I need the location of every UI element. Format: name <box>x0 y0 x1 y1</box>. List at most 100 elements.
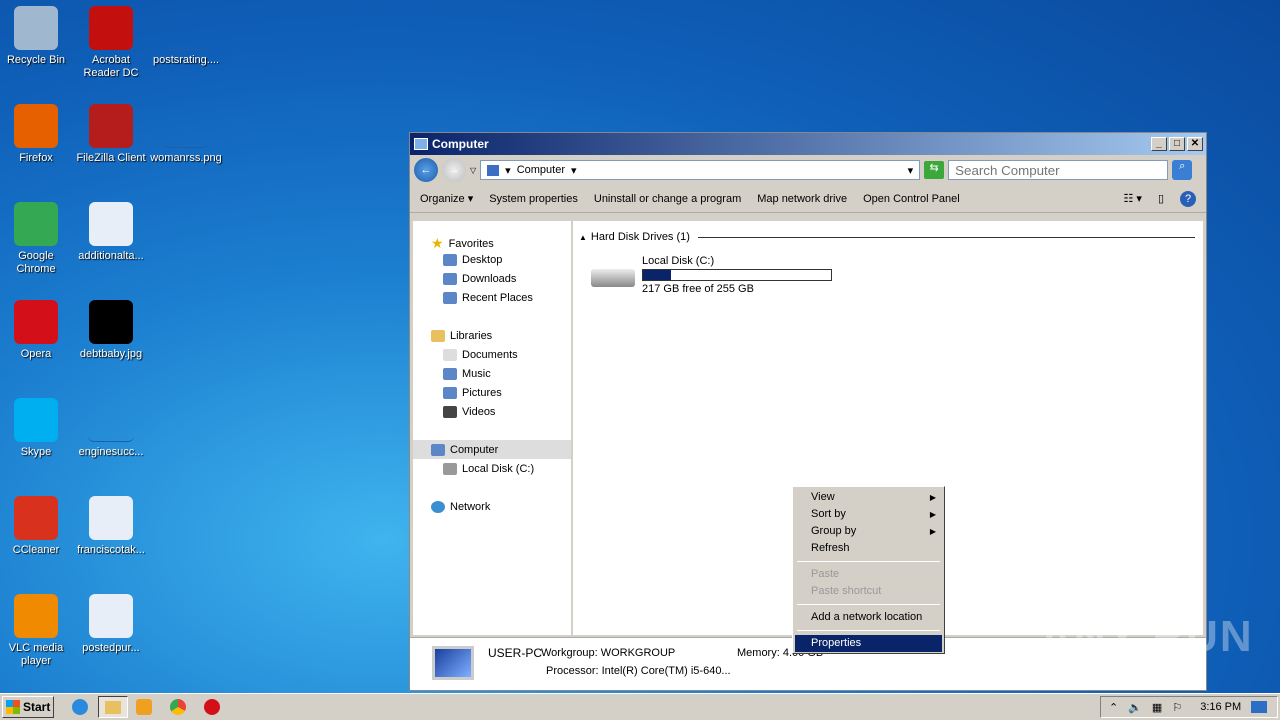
desktop-icon-skype[interactable]: Skype <box>0 398 73 459</box>
local-disk-item[interactable]: Local Disk (C:) 217 GB free of 255 GB <box>589 251 839 301</box>
refresh-button[interactable]: ⇆ <box>924 161 945 179</box>
desktop-icon-enginesucc[interactable]: enginesucc... <box>74 398 148 459</box>
desktop-icon-additionalta[interactable]: additionalta... <box>74 202 148 263</box>
system-properties-button[interactable]: System properties <box>489 193 578 205</box>
back-button[interactable]: ← <box>414 158 438 182</box>
nav-computer[interactable]: Computer <box>413 440 571 459</box>
nav-libraries[interactable]: Libraries <box>431 330 492 342</box>
help-icon[interactable]: ? <box>1180 190 1196 207</box>
volume-icon[interactable]: 🔈 <box>1128 701 1142 714</box>
preview-pane-icon[interactable]: ▯ <box>1158 192 1164 205</box>
app-icon <box>89 202 133 246</box>
computer-icon <box>431 443 445 456</box>
icon-label: franciscotak... <box>77 544 145 556</box>
desktop-icon-google-chrome[interactable]: Google Chrome <box>0 202 73 276</box>
computer-icon <box>487 164 500 176</box>
desktop-icon-acrobat-reader-dc[interactable]: Acrobat Reader DC <box>74 6 148 80</box>
app-icon <box>14 202 58 246</box>
desktop-icon-postedpur[interactable]: postedpur... <box>74 594 148 655</box>
app-icon <box>14 104 58 148</box>
nav-local-disk[interactable]: Local Disk (C:) <box>443 463 534 475</box>
desktop-icon-debtbaby-jpg[interactable]: debtbaby.jpg <box>74 300 148 361</box>
menu-add-network-location[interactable]: Add a network location <box>795 609 942 626</box>
menu-paste-shortcut[interactable]: Paste shortcut <box>795 583 942 600</box>
chrome-taskbar-icon[interactable] <box>170 699 186 715</box>
downloads-icon <box>443 273 457 285</box>
media-player-taskbar-icon[interactable] <box>136 699 152 715</box>
action-center-flag-icon[interactable]: ⚐ <box>1172 701 1182 714</box>
address-bar[interactable]: ▾ Computer ▾ ▾ <box>480 160 921 180</box>
videos-icon <box>443 406 457 418</box>
nav-videos[interactable]: Videos <box>443 406 495 418</box>
icon-label: additionalta... <box>78 250 144 262</box>
opera-taskbar-icon[interactable] <box>204 699 220 715</box>
desktop-icon-franciscotak[interactable]: franciscotak... <box>74 496 148 557</box>
app-icon <box>14 398 58 442</box>
icon-label: VLC media player <box>8 642 64 667</box>
menu-properties[interactable]: Properties <box>795 635 942 652</box>
close-button[interactable]: ✕ <box>1187 137 1203 151</box>
minimize-button[interactable]: _ <box>1151 137 1167 151</box>
nav-recent-places[interactable]: Recent Places <box>443 292 533 304</box>
recent-pages-dropdown[interactable]: ▽ <box>470 166 476 175</box>
icon-label: Skype <box>20 446 52 458</box>
desktop-icon-firefox[interactable]: Firefox <box>0 104 73 165</box>
command-bar: Organize ▾ System properties Uninstall o… <box>410 185 1206 213</box>
nav-network[interactable]: Network <box>431 501 490 513</box>
desktop-icon <box>443 254 457 266</box>
view-options-icon[interactable]: ☷ ▾ <box>1123 192 1141 205</box>
nav-documents[interactable]: Documents <box>443 349 518 361</box>
nav-desktop[interactable]: Desktop <box>443 254 502 266</box>
maximize-button[interactable]: □ <box>1169 137 1185 151</box>
nav-favorites[interactable]: ★ Favorites <box>431 235 494 252</box>
show-desktop-icon[interactable] <box>1251 701 1268 713</box>
app-icon <box>14 594 58 638</box>
system-tray: ⌃ 🔈 ▦ ⚐ 3:16 PM <box>1100 696 1278 718</box>
desktop-icon-postsrating[interactable]: postsrating.... <box>149 6 223 67</box>
organize-button[interactable]: Organize ▾ <box>420 192 473 205</box>
search-input[interactable] <box>948 160 1169 180</box>
ie-taskbar-icon[interactable] <box>72 699 88 715</box>
drive-icon <box>443 463 457 475</box>
title-bar[interactable]: Computer _ □ ✕ <box>410 133 1206 155</box>
desktop-icon-recycle-bin[interactable]: Recycle Bin <box>0 6 73 67</box>
icon-label: postedpur... <box>82 642 140 654</box>
map-network-drive-button[interactable]: Map network drive <box>757 193 847 205</box>
windows-logo-icon <box>6 700 20 714</box>
clock[interactable]: 3:16 PM <box>1200 701 1241 713</box>
menu-sort-by[interactable]: Sort by ▶ <box>795 506 942 523</box>
music-icon <box>443 368 457 380</box>
app-icon <box>163 28 209 50</box>
desktop-icon-opera[interactable]: Opera <box>0 300 73 361</box>
network-warning-icon[interactable]: ▦ <box>1152 701 1162 714</box>
search-icon[interactable]: ⌕ <box>1172 160 1193 180</box>
menu-paste[interactable]: Paste <box>795 566 942 583</box>
menu-group-by[interactable]: Group by ▶ <box>795 523 942 540</box>
app-icon <box>88 420 134 442</box>
explorer-taskbar-button[interactable] <box>98 696 128 718</box>
show-hidden-icons-button[interactable]: ⌃ <box>1109 701 1118 714</box>
recent-places-icon <box>443 292 457 304</box>
desktop-icon-filezilla-client[interactable]: FileZilla Client <box>74 104 148 165</box>
group-header[interactable]: ▲ Hard Disk Drives (1) <box>579 231 1195 243</box>
nav-downloads[interactable]: Downloads <box>443 273 516 285</box>
start-button[interactable]: Start <box>2 696 54 718</box>
menu-refresh[interactable]: Refresh <box>795 540 942 557</box>
icon-label: Opera <box>20 348 52 360</box>
nav-pictures[interactable]: Pictures <box>443 387 502 399</box>
menu-view[interactable]: View ▶ <box>795 489 942 506</box>
libraries-icon <box>431 330 445 342</box>
hard-drive-icon <box>591 269 635 287</box>
desktop-icon-vlc-media-player[interactable]: VLC media player <box>0 594 73 668</box>
app-icon <box>14 496 58 540</box>
desktop-icon-ccleaner[interactable]: CCleaner <box>0 496 73 557</box>
open-control-panel-button[interactable]: Open Control Panel <box>863 193 960 205</box>
nav-music[interactable]: Music <box>443 368 491 380</box>
disk-usage-bar <box>642 269 832 281</box>
icon-label: Google Chrome <box>16 250 56 275</box>
app-icon <box>89 496 133 540</box>
menu-separator <box>797 630 940 631</box>
desktop-icon-womanrss-png[interactable]: womanrss.png <box>149 104 223 165</box>
uninstall-program-button[interactable]: Uninstall or change a program <box>594 193 741 205</box>
forward-button[interactable]: → <box>442 158 466 182</box>
